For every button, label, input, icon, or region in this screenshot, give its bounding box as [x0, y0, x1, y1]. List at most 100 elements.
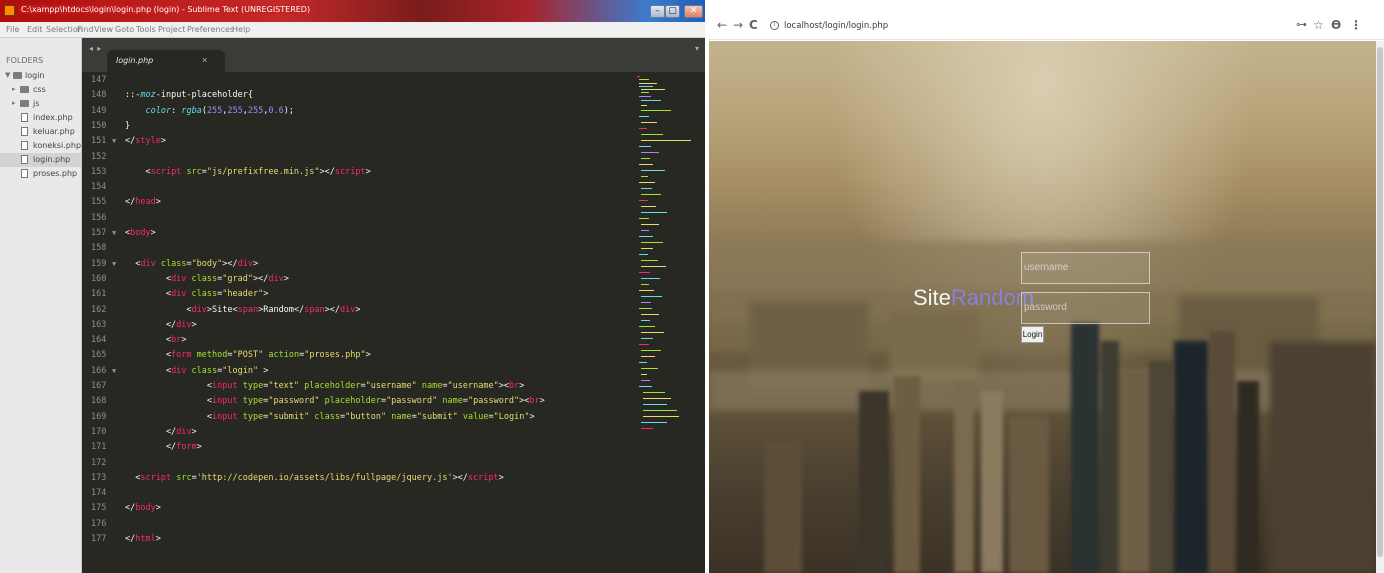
line-number: 172 — [91, 457, 107, 468]
menu-find[interactable]: Find — [77, 25, 93, 34]
menu-file[interactable]: File — [6, 25, 19, 34]
code-line: 168 <input type="password" placeholder="… — [82, 396, 637, 407]
code-token: div — [140, 258, 156, 269]
code-line: 176 — [82, 519, 637, 530]
line-number: 149 — [91, 105, 107, 116]
code-token: > — [283, 273, 289, 284]
sidebar-file-index[interactable]: index.php — [0, 111, 81, 125]
line-number: 174 — [91, 488, 107, 499]
code-token: < — [125, 289, 172, 300]
folder-icon — [20, 100, 29, 107]
login-button[interactable]: Login — [1021, 326, 1044, 343]
tab-close-icon[interactable]: × — [202, 55, 207, 65]
menu-view[interactable]: View — [94, 25, 113, 34]
code-text: <div class="login" > — [125, 366, 268, 377]
close-window-button[interactable]: ✕ — [684, 5, 703, 18]
site-logo-title: SiteRandom — [913, 285, 1034, 311]
code-token: > — [181, 335, 187, 346]
code-token: div — [176, 319, 192, 330]
code-token: placeholder — [304, 381, 361, 391]
forward-arrow-icon[interactable]: → — [733, 18, 743, 32]
menu-edit[interactable]: Edit — [27, 25, 43, 34]
code-line: 159 ▼ <div class="body"></div> — [82, 259, 637, 270]
code-text: <input type="password" placeholder="pass… — [125, 396, 545, 407]
code-token: "username" — [447, 381, 499, 391]
username-input[interactable]: username — [1021, 252, 1150, 284]
code-token: ::- — [125, 90, 141, 101]
code-token: ></ — [452, 472, 468, 483]
minimap[interactable] — [637, 72, 705, 573]
code-line: 160 <div class="grad"></div> — [82, 274, 637, 285]
menu-help[interactable]: Help — [232, 25, 250, 34]
sidebar-file-koneksi[interactable]: koneksi.php — [0, 139, 81, 153]
reload-icon[interactable]: C — [749, 18, 758, 32]
file-label: index.php — [33, 113, 73, 122]
code-line: 150} — [82, 121, 637, 132]
password-input[interactable]: password — [1021, 292, 1150, 324]
code-token: -input-placeholder{ — [155, 90, 253, 101]
code-token: > — [529, 411, 535, 422]
code-text: <input type="submit" class="button" name… — [125, 412, 535, 423]
info-icon[interactable]: i — [770, 21, 779, 30]
code-token: value — [462, 411, 489, 422]
page-scrollbar[interactable] — [1376, 41, 1384, 573]
folder-label: js — [33, 99, 40, 108]
code-token: "text" — [268, 381, 300, 391]
menu-preferences[interactable]: Preferences — [187, 25, 234, 34]
code-line: 148::-moz-input-placeholder{ — [82, 90, 637, 101]
file-label: keluar.php — [33, 127, 75, 136]
fold-arrow-icon[interactable]: ▼ — [112, 366, 116, 377]
menu-tools[interactable]: Tools — [136, 25, 156, 34]
code-token: placeholder — [324, 396, 381, 407]
sidebar-folder-js[interactable]: ▸ js — [0, 97, 81, 111]
maximize-button[interactable]: ▢ — [665, 5, 680, 18]
code-token: body — [130, 228, 151, 238]
code-token: > — [191, 319, 197, 330]
sidebar-folder-login[interactable]: ▼ login — [0, 69, 81, 83]
code-token: > — [539, 396, 545, 407]
line-number: 147 — [91, 75, 107, 85]
file-label: koneksi.php — [33, 141, 82, 150]
editor-titlebar: C:\xampp\htdocs\login\login.php (login) … — [0, 0, 705, 22]
sidebar-file-login[interactable]: login.php — [0, 153, 81, 167]
code-token: > — [263, 289, 269, 300]
code-line: 164 <br> — [82, 335, 637, 346]
code-editor[interactable]: 147 148::-moz-input-placeholder{149 color… — [82, 72, 637, 573]
fold-arrow-icon[interactable]: ▼ — [112, 259, 116, 270]
profile-icon[interactable]: ϴ — [1331, 18, 1341, 32]
fold-arrow-icon[interactable]: ▼ — [112, 136, 116, 147]
code-token: br — [529, 396, 540, 407]
menu-goto[interactable]: Goto — [115, 25, 134, 34]
code-text: </body> — [125, 503, 161, 514]
code-text: <br> — [125, 335, 187, 346]
code-text: <script src="js/prefixfree.min.js"></scr… — [125, 166, 370, 178]
code-token: < — [125, 166, 151, 177]
file-icon — [21, 169, 28, 178]
code-line: 162 <div>Site<span>Random</span></div> — [82, 305, 637, 316]
tab-nav-arrows-icon[interactable]: ◂ ▸ — [89, 44, 102, 53]
code-token: > — [355, 304, 361, 315]
sidebar-folder-css[interactable]: ▸ css — [0, 83, 81, 97]
address-bar[interactable]: localhost/login/login.php — [784, 21, 888, 31]
fold-arrow-icon[interactable]: ▼ — [112, 228, 116, 239]
browser-menu-icon[interactable]: ⋮ — [1350, 18, 1362, 32]
key-icon[interactable]: ⊶ — [1296, 18, 1307, 31]
sidebar-file-proses[interactable]: proses.php — [0, 167, 81, 181]
sidebar-file-keluar[interactable]: keluar.php — [0, 125, 81, 139]
file-icon — [21, 127, 28, 136]
scrollbar-thumb[interactable] — [1377, 47, 1383, 557]
code-token: </ — [125, 426, 177, 437]
bookmark-star-icon[interactable]: ☆ — [1313, 18, 1324, 32]
browser-window: ← → C i localhost/login/login.php ⊶ ☆ ϴ … — [709, 0, 1384, 573]
code-token: "password" — [386, 396, 438, 407]
back-arrow-icon[interactable]: ← — [717, 18, 727, 32]
code-token: > — [155, 503, 161, 514]
code-token: </ — [125, 136, 136, 147]
tab-dropdown-icon[interactable]: ▾ — [695, 44, 699, 53]
minimize-button[interactable]: – — [650, 5, 665, 18]
menu-project[interactable]: Project — [158, 25, 185, 34]
tab-login-php[interactable]: login.php × — [107, 50, 225, 72]
code-text: </style> — [125, 136, 166, 147]
code-line: 174 — [82, 488, 637, 499]
